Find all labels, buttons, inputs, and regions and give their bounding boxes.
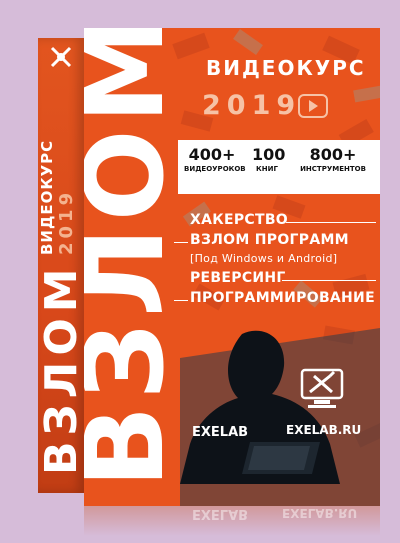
reflected-site: EXELAB.RU <box>282 506 358 520</box>
youtube-play-icon <box>298 94 328 118</box>
stat-tools: 800+ ИНСТРУМЕНТОВ <box>300 145 366 174</box>
topic-item: [Под Windows и Android] <box>190 252 338 265</box>
topic-item: ВЗЛОМ ПРОГРАММ <box>190 232 349 248</box>
topic-divider <box>282 280 376 281</box>
box-spine: ВЗЛОМ ВИДЕОКУРС 2019 <box>36 38 87 493</box>
box-front: ВЗЛОМ ВИДЕОКУРС 2019 400+ ВИДЕОУРОКОВ 10… <box>84 28 380 506</box>
course-label: ВИДЕОКУРС <box>206 56 366 80</box>
topic-divider <box>174 300 188 301</box>
tools-shield-icon <box>300 368 344 408</box>
topic-divider <box>286 222 376 223</box>
product-box-scene: ВЗЛОМ ВИДЕОКУРС 2019 ВЗЛОМ ВИДЕОКУРС 201… <box>0 0 400 543</box>
course-year: 2019 <box>202 90 302 121</box>
box-reflection: EXELAB EXELAB.RU <box>84 506 380 536</box>
stat-books: 100 КНИГ <box>252 145 286 174</box>
topic-item: ХАКЕРСТВО <box>190 212 288 228</box>
site-url: EXELAB.RU <box>286 423 362 437</box>
spine-year: 2019 <box>56 188 77 255</box>
topic-item: РЕВЕРСИНГ <box>190 270 286 286</box>
topic-divider <box>174 242 188 243</box>
stats-panel: 400+ ВИДЕОУРОКОВ 100 КНИГ 800+ ИНСТРУМЕН… <box>178 140 380 194</box>
spine-subtitle: ВИДЕОКУРС <box>38 139 56 255</box>
brand-logo-text: EXELAB <box>192 425 249 440</box>
spine-title: ВЗЛОМ <box>36 262 87 475</box>
reflected-brand: EXELAB <box>192 506 249 521</box>
stat-videos: 400+ ВИДЕОУРОКОВ <box>184 145 246 174</box>
topic-item: ПРОГРАММИРОВАНИЕ <box>190 290 375 306</box>
